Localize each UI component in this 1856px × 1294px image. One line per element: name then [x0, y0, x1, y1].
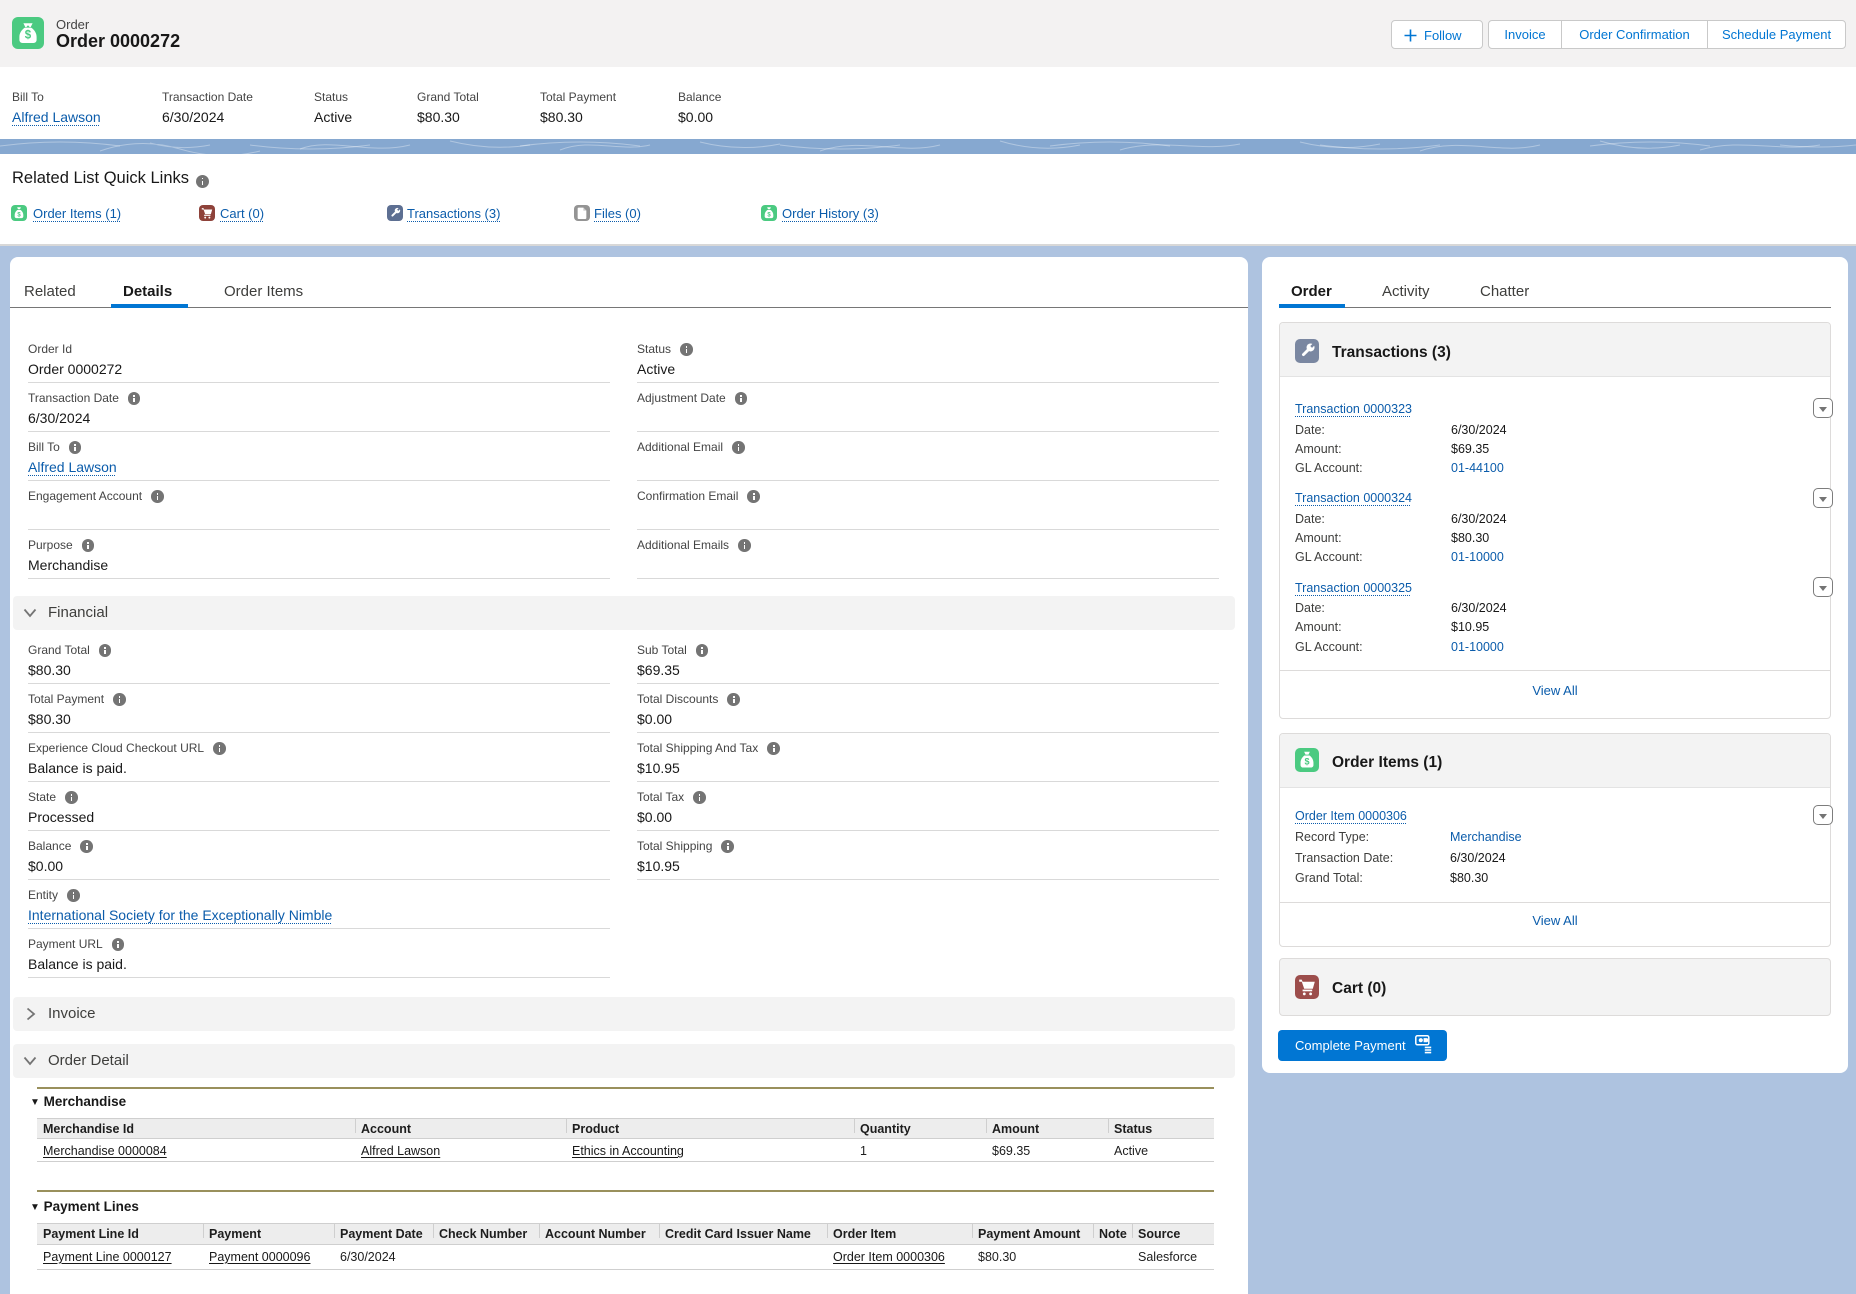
svg-text:$: $	[1304, 757, 1309, 767]
svg-text:$: $	[25, 30, 32, 42]
